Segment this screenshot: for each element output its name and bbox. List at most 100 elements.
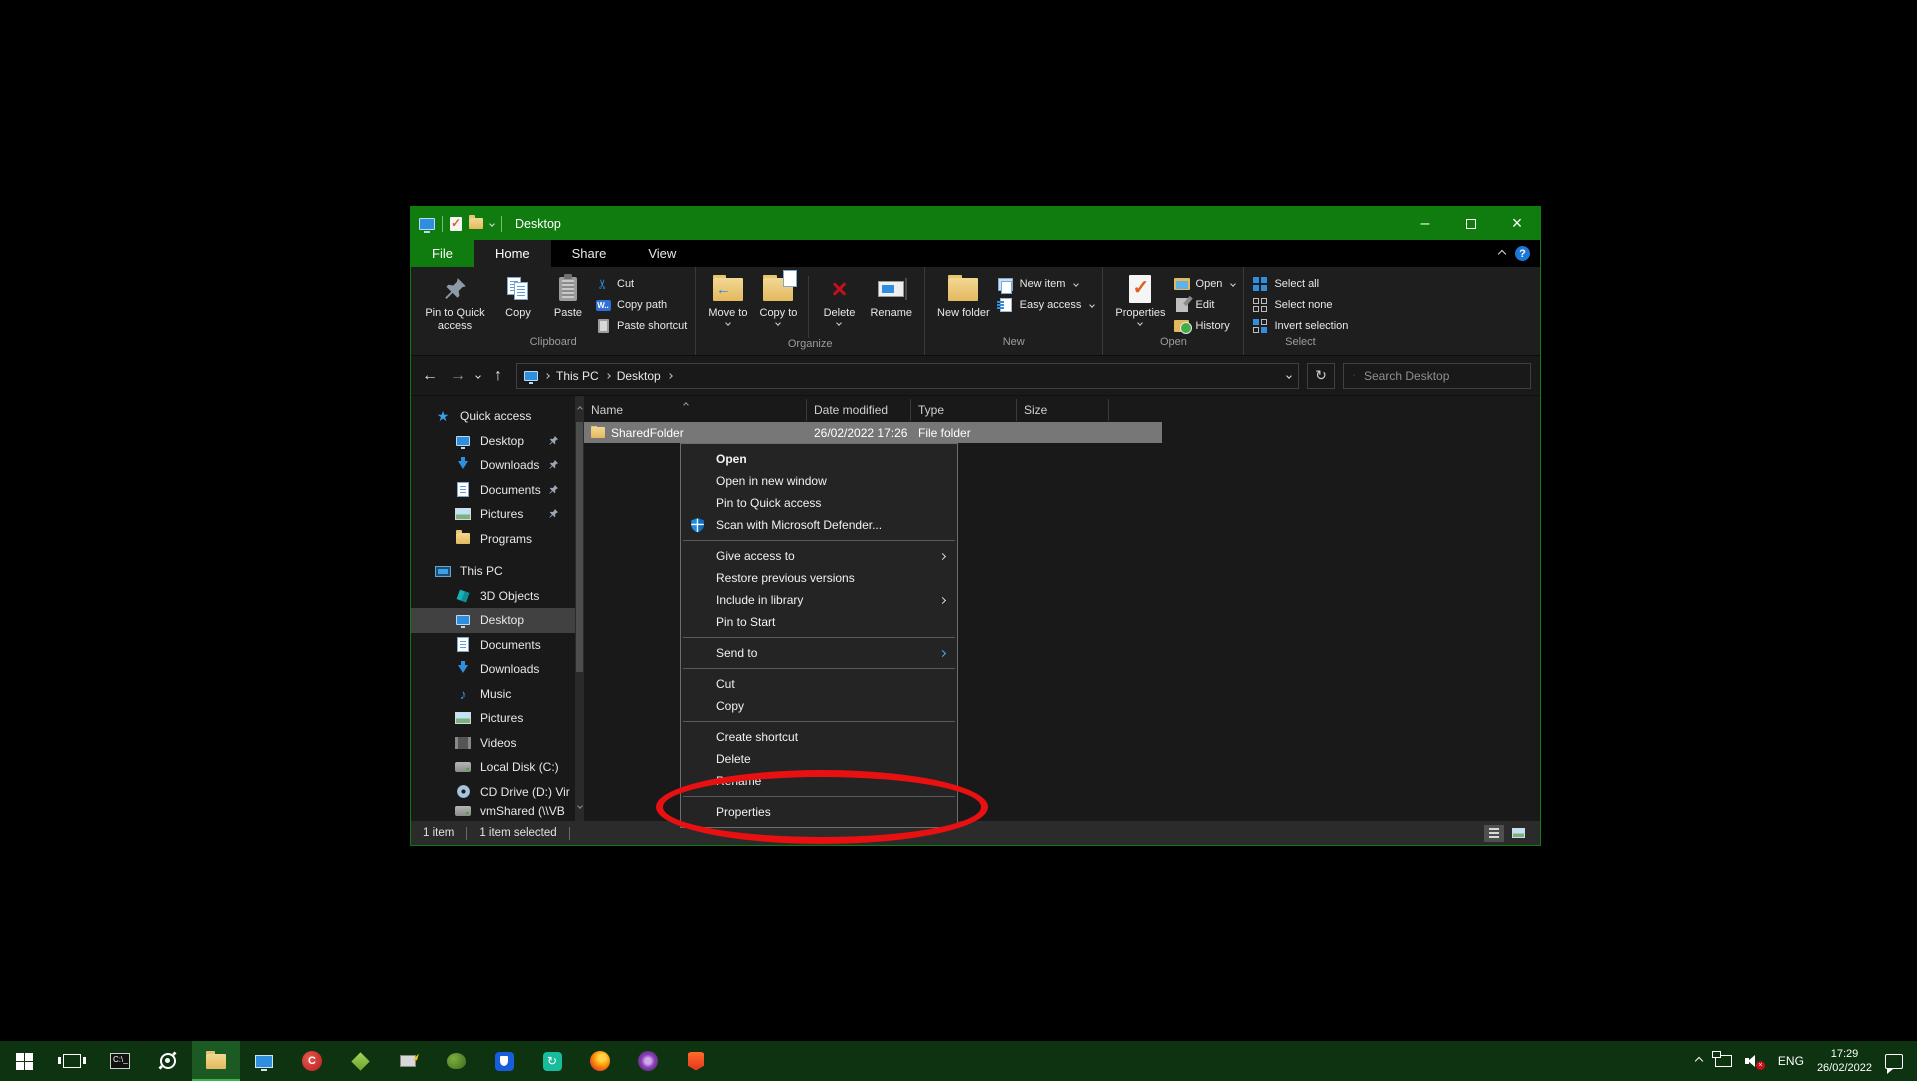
sidebar-item-music[interactable]: Music [411,682,575,707]
menu-item-create-shortcut[interactable]: Create shortcut [681,726,957,748]
edit-button[interactable]: Edit [1174,295,1236,315]
easy-access-button[interactable]: Easy access [998,295,1095,315]
taskbar-ccleaner[interactable] [288,1041,336,1081]
qat-new-folder-icon[interactable] [469,218,483,229]
language-indicator[interactable]: ENG [1778,1054,1804,1068]
menu-item-send-to[interactable]: Send to [681,642,957,664]
tab-file[interactable]: File [411,240,474,267]
select-none-button[interactable]: Select none [1252,295,1348,315]
tab-view[interactable]: View [627,240,697,267]
move-to-button[interactable]: Move to [704,272,751,326]
sidebar-item-programs[interactable]: Programs [411,527,575,552]
breadcrumb-chevron-icon[interactable] [605,373,611,379]
recent-locations-arrow-icon[interactable] [475,373,481,379]
breadcrumb-desktop[interactable]: Desktop [617,369,661,383]
select-all-button[interactable]: Select all [1252,274,1348,294]
breadcrumb-this-pc[interactable]: This PC [556,369,599,383]
address-box[interactable]: This PC Desktop [516,363,1299,389]
scrollbar-thumb[interactable] [576,422,583,672]
scroll-up-icon[interactable] [576,398,583,416]
invert-selection-button[interactable]: Invert selection [1252,316,1348,336]
menu-item-rename[interactable]: Rename [681,770,957,792]
menu-item-scan-with-defender[interactable]: Scan with Microsoft Defender... [681,514,957,536]
column-header-date-modified[interactable]: Date modified [807,399,911,421]
sidebar-item-downloads-qa[interactable]: Downloads [411,453,575,478]
new-item-button[interactable]: New item [998,274,1095,294]
copy-path-button[interactable]: Copy path [595,295,687,315]
maximize-button[interactable] [1448,207,1494,240]
menu-item-open[interactable]: Open [681,448,957,470]
task-view-button[interactable] [48,1041,96,1081]
sidebar-item-documents[interactable]: Documents [411,633,575,658]
collapse-ribbon-icon[interactable] [1498,249,1506,257]
sidebar-item-pictures[interactable]: Pictures [411,706,575,731]
hidden-icons-chevron-icon[interactable] [1695,1057,1703,1065]
taskbar-frog-app[interactable] [432,1041,480,1081]
taskbar-brave[interactable] [672,1041,720,1081]
rename-button[interactable]: Rename [866,272,916,321]
paste-button[interactable]: Paste [545,272,591,321]
scroll-down-icon[interactable] [576,795,583,813]
open-button[interactable]: Open [1174,274,1236,294]
sidebar-item-pictures-qa[interactable]: Pictures [411,502,575,527]
menu-item-open-in-new-window[interactable]: Open in new window [681,470,957,492]
taskbar-bitwarden[interactable] [480,1041,528,1081]
help-icon[interactable] [1515,246,1530,261]
title-bar[interactable]: Desktop [411,207,1540,240]
column-header-type[interactable]: Type [911,399,1017,421]
column-header-name[interactable]: Name [584,399,807,421]
clock[interactable]: 17:29 26/02/2022 [1817,1047,1872,1076]
menu-item-give-access-to[interactable]: Give access to [681,545,957,567]
up-button[interactable]: ↑ [488,367,508,385]
refresh-button[interactable] [1307,363,1335,389]
search-box[interactable] [1343,363,1531,389]
menu-item-restore-previous-versions[interactable]: Restore previous versions [681,567,957,589]
taskbar-command-prompt[interactable] [96,1041,144,1081]
copy-button[interactable]: Copy [495,272,541,321]
qat-customize-arrow-icon[interactable] [489,221,495,227]
details-view-button[interactable] [1484,825,1504,842]
menu-item-properties[interactable]: Properties [681,801,957,823]
tab-home[interactable]: Home [474,240,551,267]
search-input[interactable] [1362,368,1521,384]
close-button[interactable] [1494,207,1540,240]
taskbar-settings[interactable] [144,1041,192,1081]
taskbar-tor-browser[interactable] [624,1041,672,1081]
menu-item-cut[interactable]: Cut [681,673,957,695]
sidebar-section-quick-access[interactable]: Quick access [411,404,575,429]
menu-item-copy[interactable]: Copy [681,695,957,717]
pin-to-quick-access-button[interactable]: Pin to Quick access [419,272,491,334]
sidebar-item-downloads[interactable]: Downloads [411,657,575,682]
sidebar-scrollbar[interactable] [575,396,584,821]
breadcrumb-chevron-icon[interactable] [544,373,550,379]
cut-button[interactable]: Cut [595,274,687,294]
taskbar-firefox[interactable] [576,1041,624,1081]
network-icon[interactable] [1715,1055,1732,1067]
minimize-button[interactable] [1402,207,1448,240]
column-header-size[interactable]: Size [1017,399,1109,421]
sidebar-item-3d-objects[interactable]: 3D Objects [411,584,575,609]
sidebar-item-cd-drive-d[interactable]: CD Drive (D:) Vir [411,780,575,805]
taskbar-this-pc[interactable] [240,1041,288,1081]
new-folder-button[interactable]: New folder [933,272,994,321]
breadcrumb-chevron-icon[interactable] [667,373,673,379]
table-row-sharedfolder[interactable]: SharedFolder 26/02/2022 17:26 File folde… [584,422,1162,443]
delete-button[interactable]: Delete [816,272,862,326]
taskbar-green-cube-app[interactable] [336,1041,384,1081]
tab-share[interactable]: Share [551,240,628,267]
copy-to-button[interactable]: Copy to [755,272,801,326]
sidebar-item-documents-qa[interactable]: Documents [411,478,575,503]
properties-button[interactable]: Properties [1111,272,1169,326]
paste-shortcut-button[interactable]: Paste shortcut [595,316,687,336]
taskbar-file-explorer[interactable] [192,1041,240,1081]
sidebar-item-desktop[interactable]: Desktop [411,608,575,633]
sidebar-item-videos[interactable]: Videos [411,731,575,756]
history-button[interactable]: History [1174,316,1236,336]
menu-item-include-in-library[interactable]: Include in library [681,589,957,611]
forward-button[interactable]: → [448,367,468,385]
sidebar-section-this-pc[interactable]: This PC [411,559,575,584]
sidebar-item-local-disk-c[interactable]: Local Disk (C:) [411,755,575,780]
menu-item-delete[interactable]: Delete [681,748,957,770]
taskbar-sync-app[interactable] [528,1041,576,1081]
address-dropdown-icon[interactable] [1286,373,1292,379]
